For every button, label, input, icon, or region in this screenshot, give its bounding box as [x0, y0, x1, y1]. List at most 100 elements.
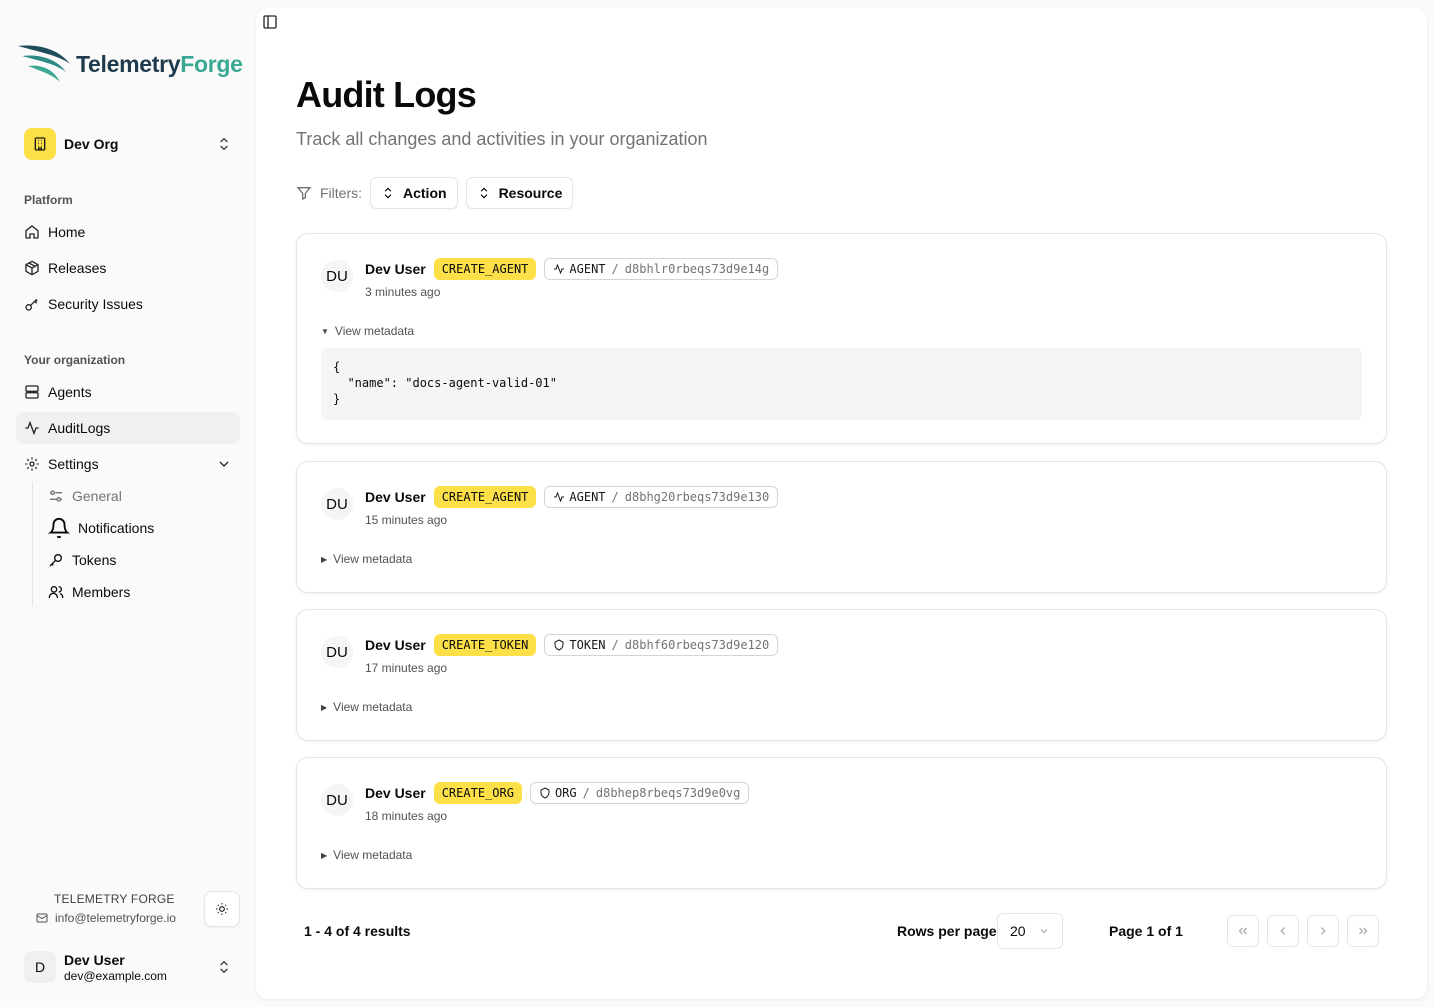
log-time: 18 minutes ago [365, 809, 448, 823]
action-filter-button[interactable]: Action [370, 177, 458, 209]
resource-filter-button[interactable]: Resource [465, 177, 574, 209]
package-icon [25, 260, 39, 276]
settings-submenu-line [32, 482, 33, 606]
view-metadata-toggle[interactable]: ▶ View metadata [321, 848, 412, 862]
resource-type: AGENT [569, 490, 606, 504]
log-user: Dev User [365, 489, 426, 505]
audit-log-header: Dev User CREATE_AGENT AGENT / d8bhg20rbe… [365, 486, 779, 508]
gear-icon [25, 457, 39, 471]
resource-type: AGENT [569, 262, 606, 276]
resource-id: d8bhep8rbeqs73d9e0vg [595, 786, 741, 800]
sidebar-item-label: Agents [48, 384, 92, 400]
activity-icon [25, 420, 39, 436]
audit-log-card: DU Dev User CREATE_TOKEN TOKEN / d8bhf60… [296, 609, 1387, 741]
sidebar-subitem-general[interactable]: General [42, 481, 240, 511]
filters-label: Filters: [296, 185, 362, 201]
shield-icon [554, 639, 564, 651]
org-name: Dev Org [64, 136, 119, 152]
resource-badge: ORG / d8bhep8rbeqs73d9e0vg [529, 782, 750, 804]
rows-per-page-select[interactable]: 20 [997, 913, 1063, 949]
theme-toggle-button[interactable] [204, 891, 240, 927]
view-metadata-label: View metadata [333, 552, 413, 566]
view-metadata-label: View metadata [333, 848, 413, 862]
resource-badge: AGENT / d8bhg20rbeqs73d9e130 [544, 486, 779, 508]
key-icon [49, 554, 62, 567]
avatar: DU [321, 488, 353, 520]
sidebar-subitem-members[interactable]: Members [42, 577, 240, 607]
resource-id: d8bhg20rbeqs73d9e130 [624, 490, 770, 504]
sidebar-item-releases[interactable]: Releases [16, 252, 240, 284]
chevrons-up-down-icon [480, 187, 487, 199]
chevron-right-icon [1320, 927, 1326, 935]
sidebar-subitem-label: General [72, 488, 122, 504]
avatar: DU [321, 260, 353, 292]
chevrons-up-down-icon [384, 187, 392, 199]
log-user: Dev User [365, 637, 426, 653]
view-metadata-label: View metadata [334, 324, 415, 338]
triangle-down-icon: ▼ [321, 326, 329, 336]
audit-log-header: Dev User CREATE_TOKEN TOKEN / d8bhf60rbe… [365, 634, 779, 656]
activity-icon [554, 491, 565, 503]
avatar: DU [321, 636, 353, 668]
sidebar-item-security-issues[interactable]: Security Issues [16, 288, 240, 320]
previous-page-button[interactable] [1267, 915, 1299, 947]
first-page-button[interactable] [1227, 915, 1259, 947]
bell-icon [48, 518, 70, 539]
sidebar-subitem-tokens[interactable]: Tokens [42, 545, 240, 575]
resource-id: d8bhlr0rbeqs73d9e14g [624, 262, 770, 276]
view-metadata-toggle[interactable]: ▶ View metadata [321, 700, 412, 714]
org-switcher[interactable]: Dev Org [16, 122, 240, 166]
sidebar-item-label: Releases [48, 260, 107, 276]
sun-icon [216, 903, 228, 915]
page-indicator: Page 1 of 1 [1109, 923, 1183, 939]
sidebar-item-label: Security Issues [48, 296, 143, 312]
last-page-button[interactable] [1347, 915, 1379, 947]
sidebar-item-settings[interactable]: Settings [16, 448, 240, 480]
results-count: 1 - 4 of 4 results [304, 923, 411, 939]
log-time: 17 minutes ago [365, 661, 448, 675]
user-name: Dev User [64, 951, 125, 968]
resource-filter-label: Resource [498, 185, 563, 201]
view-metadata-toggle[interactable]: ▼ View metadata [321, 324, 414, 338]
key-icon [25, 298, 38, 311]
log-user: Dev User [365, 261, 426, 277]
sidebar-item-home[interactable]: Home [16, 216, 240, 248]
footer-email[interactable]: info@telemetryforge.io [36, 911, 176, 925]
resource-separator: / [611, 262, 619, 276]
view-metadata-toggle[interactable]: ▶ View metadata [321, 552, 412, 566]
sidebar-subitem-notifications[interactable]: Notifications [42, 513, 240, 543]
resource-type: TOKEN [569, 638, 606, 652]
audit-log-card: DU Dev User CREATE_ORG ORG / d8bhep8rbeq… [296, 757, 1387, 889]
user-menu[interactable]: D Dev User dev@example.com [16, 944, 240, 990]
mail-icon [36, 913, 48, 923]
user-email: dev@example.com [64, 968, 167, 983]
filters-bar: Filters: Action Resource [296, 177, 581, 209]
metadata-code-block: { "name": "docs-agent-valid-01" } [321, 348, 1362, 420]
telemetryforge-logo[interactable]: TelemetryForge [16, 42, 243, 86]
avatar: D [24, 951, 56, 983]
sidebar-subitem-label: Tokens [72, 552, 117, 568]
chevron-down-icon [219, 461, 229, 467]
footer-email-text: info@telemetryforge.io [55, 911, 176, 925]
sidebar-toggle-icon[interactable] [262, 14, 278, 30]
sidebar: TelemetryForge Dev Org Platform Home Rel… [0, 0, 256, 1007]
building-icon [24, 128, 56, 160]
user-info: Dev User dev@example.com [64, 952, 216, 983]
resource-separator: / [611, 638, 619, 652]
resource-badge: AGENT / d8bhlr0rbeqs73d9e14g [544, 258, 779, 280]
sidebar-item-agents[interactable]: Agents [16, 376, 240, 408]
next-page-button[interactable] [1307, 915, 1339, 947]
page-title: Audit Logs [296, 74, 477, 115]
brand-name: TelemetryForge [76, 50, 243, 77]
page-subtitle: Track all changes and activities in your… [296, 129, 708, 149]
sidebar-item-label: Home [48, 224, 86, 240]
audit-log-header: Dev User CREATE_AGENT AGENT / d8bhlr0rbe… [365, 258, 779, 280]
log-time: 3 minutes ago [365, 285, 441, 299]
sliders-icon [50, 490, 62, 502]
avatar: DU [321, 784, 353, 816]
rows-per-page-value: 20 [1010, 923, 1026, 939]
log-user: Dev User [365, 785, 426, 801]
sidebar-item-auditlogs[interactable]: AuditLogs [16, 412, 240, 444]
triangle-right-icon: ▶ [321, 850, 328, 860]
sidebar-item-label: AuditLogs [48, 420, 111, 436]
